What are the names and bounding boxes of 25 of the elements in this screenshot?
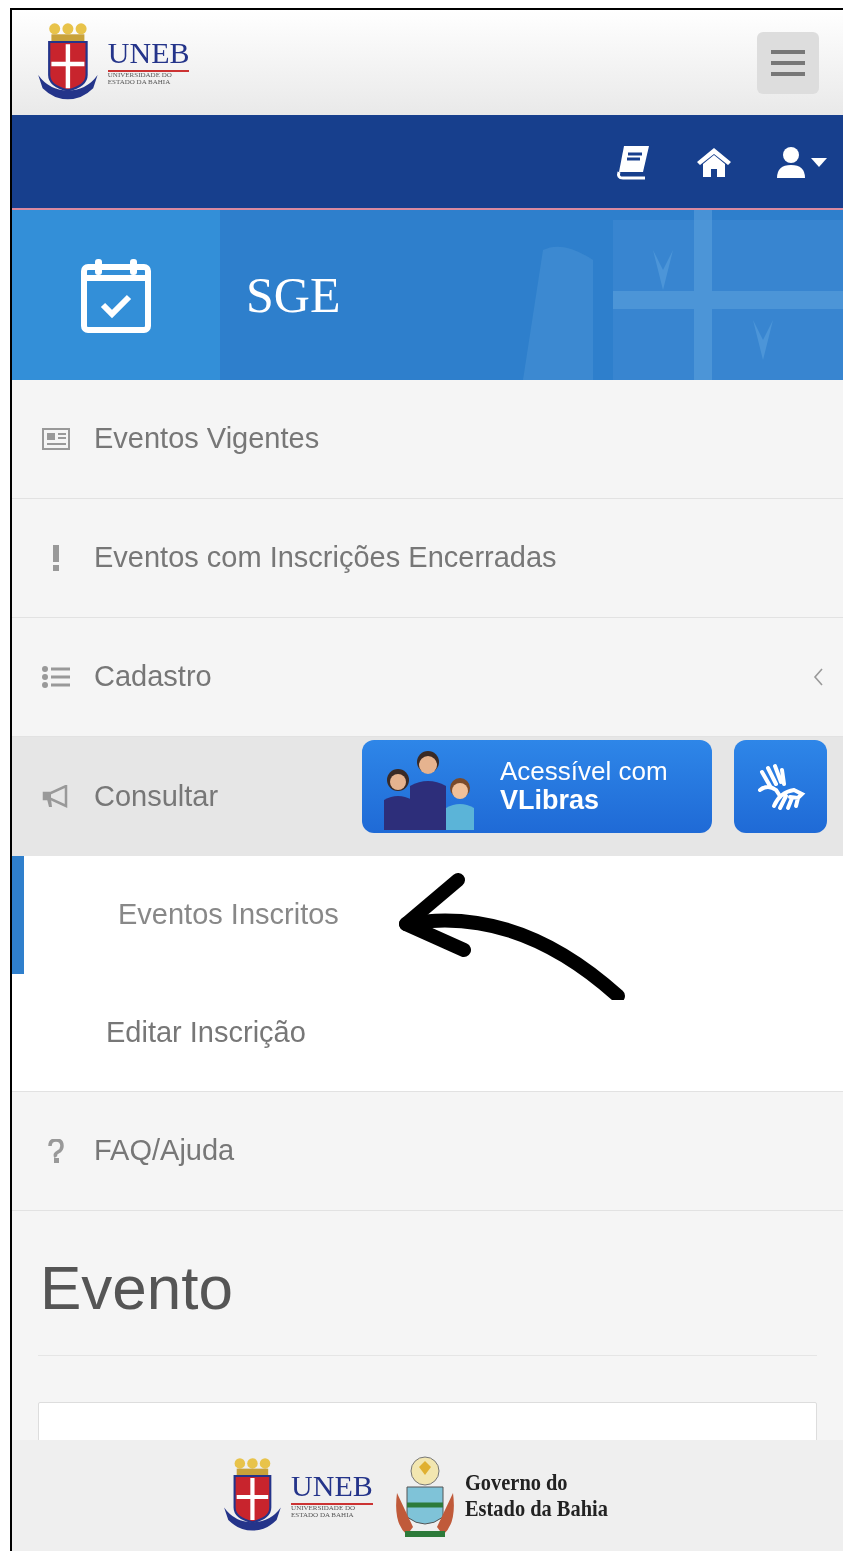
exclamation-icon (52, 545, 60, 571)
banner-title: SGE (246, 265, 341, 325)
footer-logo-title: UNEB (291, 1471, 373, 1506)
government-name: Governo do (464, 1470, 569, 1496)
hands-icon (755, 761, 806, 812)
home-button[interactable] (695, 145, 733, 178)
vlibras-brand: VLibras (500, 785, 601, 816)
megaphone-icon (42, 784, 70, 809)
vlibras-label: Acessível com (500, 757, 668, 786)
page-heading: Evento (40, 1252, 235, 1324)
menu-icon (771, 49, 805, 76)
list-icon (42, 666, 70, 688)
sign-language-button[interactable] (734, 740, 827, 833)
newspaper-icon (42, 428, 70, 450)
menu-button[interactable] (757, 31, 819, 94)
book-icon (615, 143, 651, 180)
logo-title: UNEB (107, 38, 190, 73)
government-name: Estado da Bahia (464, 1495, 608, 1521)
home-icon (695, 145, 733, 178)
vlibras-button[interactable]: Acessível com VLibras (362, 740, 712, 833)
submenu-item[interactable]: Eventos Inscritos (12, 856, 843, 974)
calendar-check-icon (81, 257, 151, 333)
question-icon (48, 1139, 64, 1163)
submenu-item[interactable]: Editar Inscrição (12, 974, 843, 1092)
book-button[interactable] (615, 143, 651, 180)
